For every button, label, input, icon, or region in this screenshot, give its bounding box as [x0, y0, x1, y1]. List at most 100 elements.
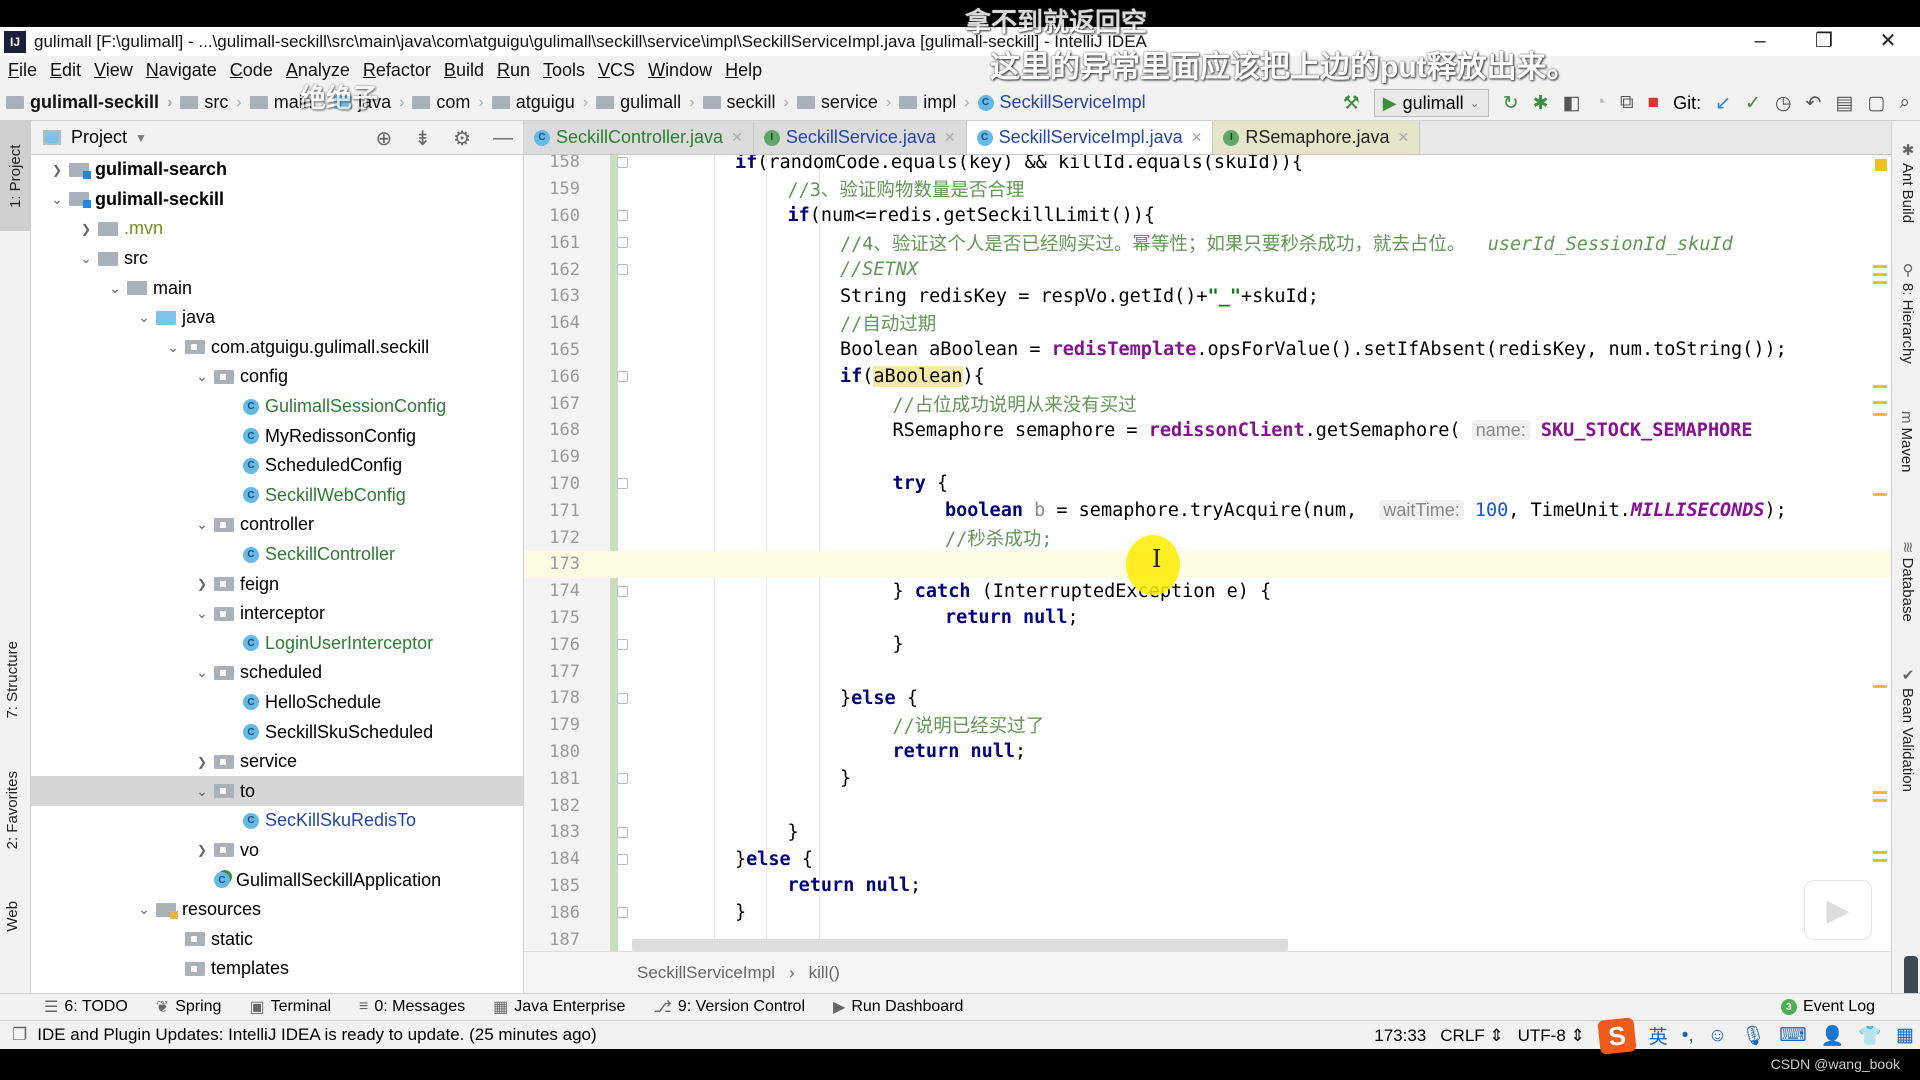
- code-line[interactable]: 185 return null;: [524, 873, 1891, 900]
- fold-marker-icon[interactable]: [617, 853, 628, 865]
- tree-item[interactable]: ❯ .mvn: [31, 214, 523, 244]
- ime-punctuation-icon[interactable]: •,: [1682, 1025, 1694, 1047]
- project-structure-icon[interactable]: ▤: [1835, 92, 1853, 115]
- right-tool-tab[interactable]: ✱ Ant Build: [1898, 141, 1916, 223]
- favorites-tool-tab[interactable]: 2: Favorites: [4, 771, 21, 849]
- encoding-select[interactable]: UTF-8 ⇕: [1518, 1026, 1585, 1046]
- hide-panel-icon[interactable]: —: [493, 127, 513, 150]
- editor-tab[interactable]: I RSemaphore.java ✕: [1213, 121, 1421, 154]
- right-tool-tab[interactable]: ⚲ 8: Hierarchy: [1898, 261, 1916, 364]
- code-line[interactable]: 181}: [524, 765, 1891, 792]
- chevron-down-icon[interactable]: ⌄: [161, 339, 185, 356]
- run-config-select[interactable]: ▶ gulimall ⌄: [1373, 89, 1489, 117]
- line-separator-select[interactable]: CRLF ⇕: [1440, 1026, 1503, 1046]
- tree-item[interactable]: C MyRedissonConfig: [31, 421, 523, 451]
- tree-item[interactable]: ❯ feign: [31, 569, 523, 599]
- nav-crumb[interactable]: seckill ›: [702, 92, 789, 113]
- nav-crumb[interactable]: src ›: [180, 92, 242, 113]
- chevron-down-icon[interactable]: ⌄: [103, 280, 127, 297]
- chevron-down-icon[interactable]: ⌄: [45, 191, 69, 208]
- minimize-button[interactable]: –: [1728, 27, 1792, 56]
- right-tool-tab[interactable]: ≋ Database: [1898, 541, 1916, 622]
- code-line[interactable]: 186}: [524, 899, 1891, 926]
- nav-crumb[interactable]: gulimall-seckill ›: [6, 92, 172, 113]
- code-line[interactable]: 162 //SETNX: [524, 256, 1891, 283]
- nav-crumb[interactable]: C SeckillServiceImpl: [977, 92, 1146, 113]
- code-line[interactable]: 166 if(aBoolean){: [524, 363, 1891, 390]
- fold-marker-icon[interactable]: [617, 237, 628, 249]
- ime-user-icon[interactable]: 👤: [1821, 1024, 1845, 1048]
- right-tool-tab[interactable]: m Maven: [1898, 411, 1915, 473]
- bottom-tool-button[interactable]: ▦ Java Enterprise: [493, 997, 625, 1017]
- editor-tab[interactable]: C SeckillServiceImpl.java ✕: [966, 121, 1214, 154]
- menu-tools[interactable]: Tools: [543, 60, 585, 81]
- code-line[interactable]: 176}: [524, 631, 1891, 658]
- menu-run[interactable]: Run: [497, 60, 530, 81]
- ime-toolbox-icon[interactable]: ▦: [1896, 1024, 1914, 1047]
- bottom-tool-button[interactable]: ≡ 0: Messages: [359, 997, 465, 1017]
- fold-marker-icon[interactable]: [617, 773, 628, 785]
- menu-code[interactable]: Code: [230, 60, 273, 81]
- rerun-icon[interactable]: ↻: [1503, 92, 1519, 115]
- close-button[interactable]: ✕: [1856, 27, 1920, 56]
- nav-crumb[interactable]: impl ›: [899, 92, 970, 113]
- code-area[interactable]: 158 if(randomCode.equals(key) && killId.e…: [524, 155, 1891, 951]
- close-tab-icon[interactable]: ✕: [944, 129, 956, 146]
- attach-debugger-icon[interactable]: ⧉: [1620, 92, 1634, 114]
- video-play-button[interactable]: ▶: [1804, 880, 1872, 940]
- menu-window[interactable]: Window: [648, 60, 712, 81]
- bottom-tool-button[interactable]: ☰ 6: TODO: [44, 997, 128, 1017]
- code-line[interactable]: 161 //4、验证这个人是否已经购买过。幂等性；如果只要秒杀成功，就去占位。 u…: [524, 229, 1891, 256]
- tree-item[interactable]: C SecKillSkuRedisTo: [31, 806, 523, 836]
- tree-item[interactable]: C SeckillWebConfig: [31, 481, 523, 511]
- code-line[interactable]: 183}: [524, 819, 1891, 846]
- breadcrumb-class[interactable]: SeckillServiceImpl: [637, 963, 775, 983]
- code-line[interactable]: 175 return null;: [524, 605, 1891, 632]
- nav-crumb[interactable]: atguigu ›: [491, 92, 588, 113]
- close-tab-icon[interactable]: ✕: [1191, 129, 1203, 146]
- collapse-all-icon[interactable]: ⇟: [414, 126, 431, 151]
- code-line[interactable]: 184}else {: [524, 846, 1891, 873]
- project-view-select[interactable]: Project: [71, 127, 127, 148]
- code-line[interactable]: 180 return null;: [524, 739, 1891, 766]
- run-anything-icon[interactable]: ▢: [1867, 92, 1885, 115]
- close-tab-icon[interactable]: ✕: [1398, 129, 1410, 146]
- menu-help[interactable]: Help: [725, 60, 762, 81]
- code-line[interactable]: 159 //3、验证购物数量是否合理: [524, 176, 1891, 203]
- nav-crumb[interactable]: service ›: [796, 92, 891, 113]
- tree-item[interactable]: ⌄ com.atguigu.gulimall.seckill: [31, 333, 523, 363]
- right-tool-tab[interactable]: ✔ Bean Validation: [1898, 666, 1916, 792]
- code-line[interactable]: 174} catch (InterruptedException e) {: [524, 578, 1891, 605]
- gear-icon[interactable]: ⚙: [453, 126, 471, 151]
- tree-item[interactable]: ⌄ java: [31, 303, 523, 333]
- tree-item[interactable]: ❯ gulimall-search: [31, 155, 523, 185]
- coverage-icon[interactable]: ◧: [1563, 92, 1581, 115]
- restore-button[interactable]: ❐: [1792, 27, 1856, 56]
- fold-marker-icon[interactable]: [617, 826, 628, 838]
- chevron-down-icon[interactable]: ⌄: [190, 783, 214, 800]
- fold-marker-icon[interactable]: [617, 478, 628, 490]
- fold-marker-icon[interactable]: [617, 210, 628, 222]
- fold-marker-icon[interactable]: [617, 371, 628, 383]
- menu-file[interactable]: File: [8, 60, 37, 81]
- web-tool-tab[interactable]: Web: [4, 901, 21, 932]
- code-line[interactable]: 182: [524, 792, 1891, 819]
- notification-icon[interactable]: ❐: [12, 1025, 27, 1045]
- code-line[interactable]: 171 boolean b = semaphore.tryAcquire(num,…: [524, 497, 1891, 524]
- tree-item[interactable]: C GulimallSeckillApplication: [31, 865, 523, 895]
- ime-skin-icon[interactable]: 👕: [1858, 1024, 1882, 1048]
- tree-item[interactable]: ⌄ config: [31, 362, 523, 392]
- fold-marker-icon[interactable]: [617, 156, 628, 168]
- tree-item[interactable]: ❯ service: [31, 747, 523, 777]
- chevron-right-icon[interactable]: ❯: [190, 843, 214, 857]
- nav-crumb[interactable]: com ›: [412, 92, 484, 113]
- code-line[interactable]: 160 if(num<=redis.getSeckillLimit()){: [524, 203, 1891, 230]
- locate-file-icon[interactable]: ⊕: [376, 126, 393, 151]
- git-commit-icon[interactable]: ✓: [1745, 92, 1761, 115]
- chevron-down-icon[interactable]: ⌄: [190, 516, 214, 533]
- editor-tab[interactable]: C SeckillController.java ✕: [524, 121, 754, 154]
- bottom-tool-button[interactable]: ▶ Run Dashboard: [833, 997, 963, 1017]
- ime-emoji-icon[interactable]: ☺: [1708, 1025, 1727, 1047]
- code-line[interactable]: 173: [524, 550, 1891, 578]
- bottom-tool-button[interactable]: ❦ Spring: [156, 997, 222, 1017]
